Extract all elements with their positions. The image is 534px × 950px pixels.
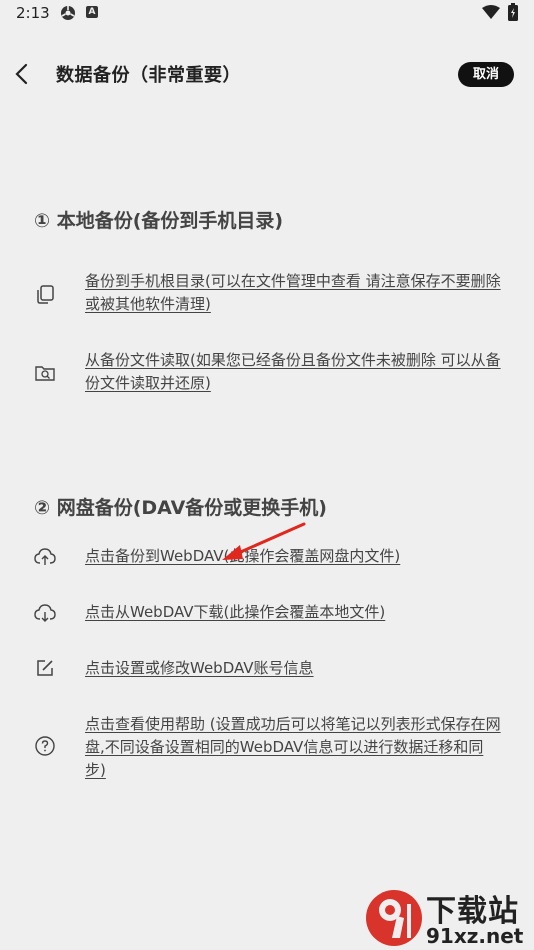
copy-icon: [37, 285, 54, 304]
webdav-account-row[interactable]: 点击设置或修改WebDAV账号信息: [34, 657, 504, 683]
edit-icon: [37, 660, 53, 676]
download-from-webdav-row[interactable]: 点击从WebDAV下载(此操作会覆盖本地文件): [34, 601, 504, 627]
site-watermark: 下载站 91xz.net: [364, 886, 534, 950]
restore-from-file-link[interactable]: 从备份文件读取(如果您已经备份且备份文件未被删除 可以从备份文件读取并还原): [85, 349, 504, 395]
local-backup-section-title: ① 本地备份(备份到手机目录): [34, 210, 284, 232]
backup-to-phone-link[interactable]: 备份到手机根目录(可以在文件管理中查看 请注意保存不要删除或被其他软件清理): [85, 270, 504, 316]
watermark-logo-icon: [366, 890, 422, 946]
cloud-backup-section-title: ② 网盘备份(DAV备份或更换手机): [34, 497, 327, 519]
download-from-webdav-link[interactable]: 点击从WebDAV下载(此操作会覆盖本地文件): [85, 601, 504, 624]
settings-status-icon: [61, 6, 75, 20]
webdav-account-link[interactable]: 点击设置或修改WebDAV账号信息: [85, 657, 504, 680]
help-row[interactable]: 点击查看使用帮助 (设置成功后可以将笔记以列表形式保存在网盘,不同设备设置相同的…: [34, 713, 504, 783]
back-arrow-icon[interactable]: [14, 62, 30, 86]
status-time: 2:13: [16, 4, 50, 22]
help-icon: [35, 736, 55, 756]
battery-icon: [508, 3, 518, 21]
watermark-url: 91xz.net: [426, 924, 524, 948]
cloud-download-icon: [34, 604, 56, 622]
app-notification-icon: A: [86, 6, 98, 18]
annotation-arrow-icon: [222, 522, 306, 560]
wifi-icon: [482, 5, 500, 19]
cloud-upload-icon: [34, 548, 56, 565]
page-title: 数据备份（非常重要）: [56, 65, 241, 86]
backup-to-phone-row[interactable]: 备份到手机根目录(可以在文件管理中查看 请注意保存不要删除或被其他软件清理): [34, 270, 504, 330]
restore-from-file-row[interactable]: 从备份文件读取(如果您已经备份且备份文件未被删除 可以从备份文件读取并还原): [34, 349, 504, 409]
help-link[interactable]: 点击查看使用帮助 (设置成功后可以将笔记以列表形式保存在网盘,不同设备设置相同的…: [85, 713, 504, 782]
cancel-button[interactable]: 取消: [458, 62, 514, 87]
folder-search-icon: [35, 366, 55, 381]
